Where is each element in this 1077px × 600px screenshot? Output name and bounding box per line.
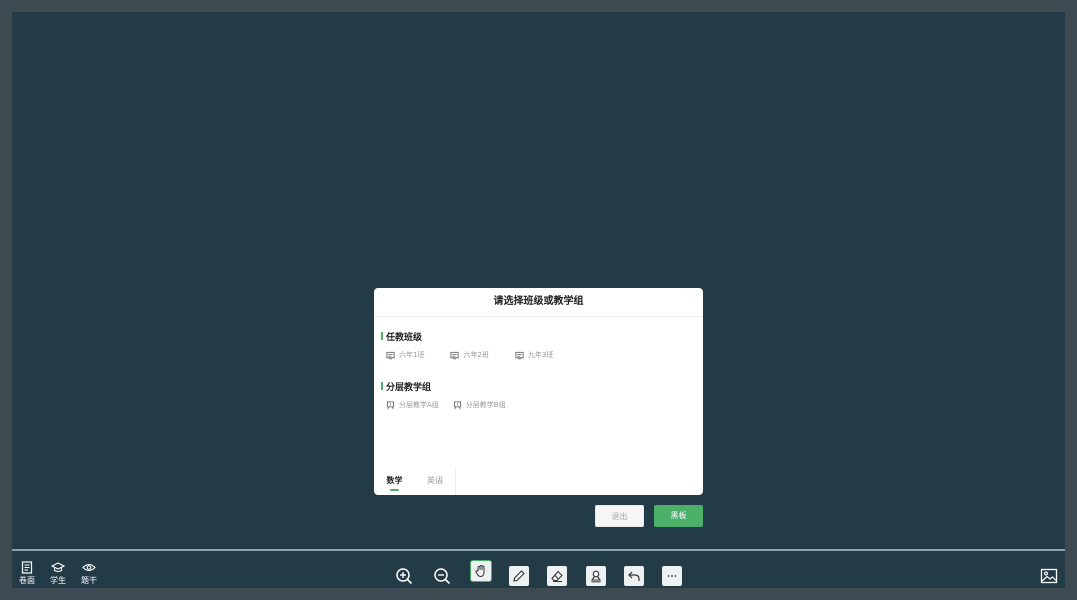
- hand-tool-button[interactable]: [471, 561, 491, 581]
- group-item-label: 分层教学A组: [399, 401, 439, 409]
- tool-label: 学生: [50, 576, 66, 585]
- zoom-in-icon: [396, 568, 413, 585]
- tool-label: 题干: [81, 576, 97, 585]
- group-board-icon: [386, 400, 395, 409]
- tab-math[interactable]: 数学: [374, 467, 415, 495]
- class-item[interactable]: 九年3班: [515, 350, 553, 360]
- tool-students[interactable]: 学生: [46, 561, 70, 588]
- zoom-out-button[interactable]: [432, 566, 452, 586]
- eye-icon: [82, 563, 96, 572]
- blackboard-button[interactable]: 黑板: [654, 505, 703, 527]
- class-select-dialog: 请选择班级或教学组 任教班级 六年1班 六年2班 九年3班 分层教学组 分层教学…: [374, 288, 703, 495]
- zoom-out-icon: [434, 568, 451, 585]
- section-tiered-groups: 分层教学组 分层教学A组 分层教学B组: [381, 380, 691, 410]
- dialog-title: 请选择班级或教学组: [374, 288, 703, 317]
- tool-question-stem[interactable]: 题干: [77, 561, 101, 588]
- tab-english[interactable]: 英语: [415, 467, 456, 495]
- pencil-tool-button[interactable]: [509, 566, 529, 586]
- group-item[interactable]: 分层教学B组: [453, 400, 506, 410]
- app-frame: 请选择班级或教学组 任教班级 六年1班 六年2班 九年3班 分层教学组 分层教学…: [12, 12, 1065, 588]
- subject-tabs: 数学 英语: [374, 467, 456, 495]
- undo-button[interactable]: [624, 566, 644, 586]
- class-item-label: 九年3班: [527, 351, 554, 359]
- eraser-tool-button[interactable]: [547, 566, 567, 586]
- blackboard-icon: [386, 351, 395, 359]
- group-item-label: 分层教学B组: [465, 401, 506, 409]
- class-item[interactable]: 六年1班: [386, 350, 424, 360]
- group-board-icon: [453, 400, 461, 409]
- bottom-toolbar: 卷面 学生 题干: [12, 551, 1065, 588]
- insert-image-button[interactable]: [1040, 568, 1058, 584]
- paper-icon: [21, 561, 33, 574]
- section-accent-bar: [381, 382, 383, 390]
- stamp-tool-button[interactable]: [586, 566, 606, 586]
- class-item-label: 六年1班: [399, 351, 425, 359]
- group-item[interactable]: 分层教学A组: [386, 400, 439, 410]
- hand-icon: [475, 564, 485, 578]
- class-item-label: 六年2班: [463, 351, 489, 359]
- exit-button[interactable]: 退出: [595, 505, 644, 527]
- more-button[interactable]: [662, 566, 682, 586]
- more-icon: [667, 575, 677, 577]
- section-title: 任教班级: [386, 332, 423, 343]
- tool-label: 卷面: [19, 576, 35, 585]
- section-accent-bar: [381, 332, 383, 340]
- section-title: 分层教学组: [386, 382, 432, 393]
- blackboard-icon: [450, 351, 460, 359]
- active-tab-indicator: [390, 489, 399, 491]
- stamp-icon: [590, 570, 602, 583]
- zoom-in-button[interactable]: [394, 566, 414, 586]
- tool-paper[interactable]: 卷面: [15, 561, 39, 588]
- undo-icon: [628, 571, 640, 581]
- blackboard-icon: [515, 351, 524, 359]
- class-item[interactable]: 六年2班: [450, 350, 489, 360]
- section-teaching-classes: 任教班级 六年1班 六年2班 九年3班: [381, 330, 691, 360]
- tab-label: 英语: [427, 476, 443, 485]
- graduation-cap-icon: [51, 562, 65, 573]
- pencil-icon: [513, 570, 525, 582]
- eraser-icon: [551, 570, 563, 582]
- tab-label: 数学: [386, 476, 403, 485]
- image-icon: [1040, 568, 1058, 584]
